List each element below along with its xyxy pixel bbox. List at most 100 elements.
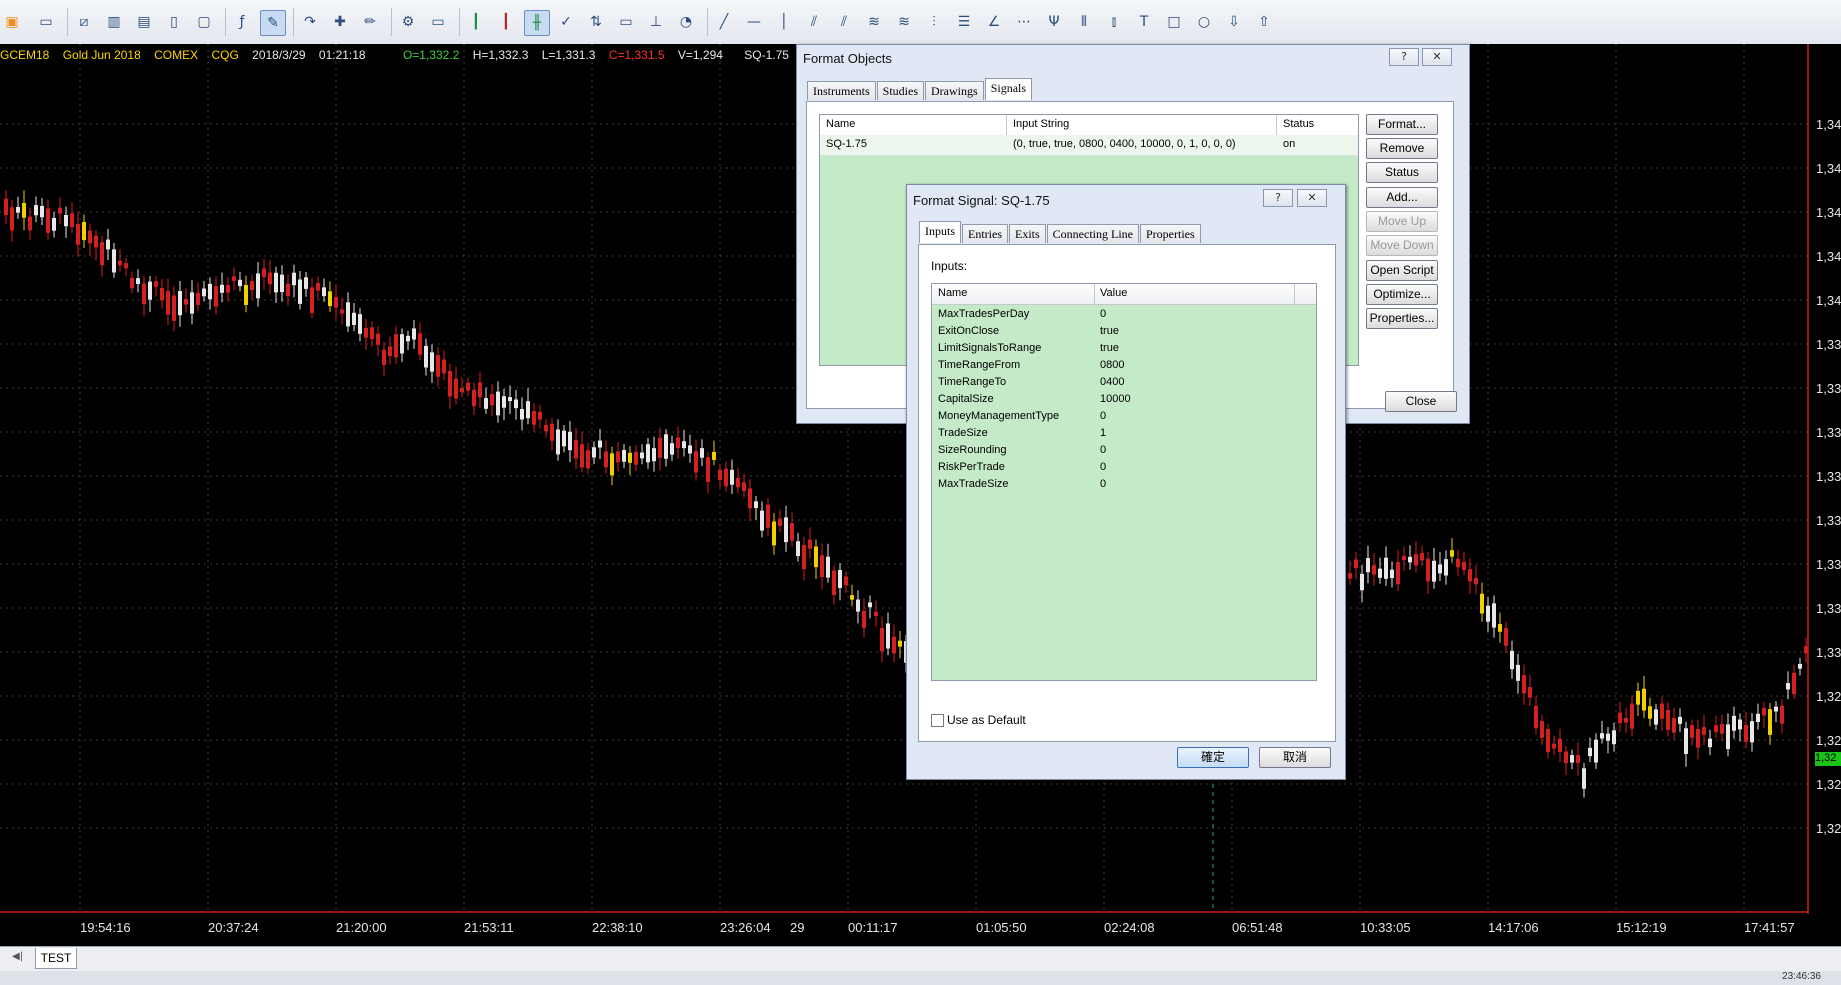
- vline-icon[interactable]: │: [772, 10, 796, 34]
- use-as-default-label[interactable]: Use as Default: [947, 713, 1026, 727]
- channel-icon[interactable]: ⫽: [832, 10, 856, 34]
- tab-inputs[interactable]: Inputs: [919, 221, 961, 243]
- table-icon[interactable]: ▤: [132, 10, 156, 34]
- remove-button[interactable]: Remove: [1366, 138, 1438, 159]
- time-lines-icon[interactable]: ⦀: [1072, 10, 1096, 34]
- pitchfork-icon[interactable]: Ψ: [1042, 10, 1066, 34]
- format-button[interactable]: Format...: [1366, 114, 1438, 135]
- param-row[interactable]: MaxTradeSize 0: [932, 478, 1316, 495]
- param-row[interactable]: CapitalSize 10000: [932, 393, 1316, 410]
- use-as-default-checkbox[interactable]: [931, 714, 944, 727]
- param-row[interactable]: TimeRangeFrom 0800: [932, 359, 1316, 376]
- param-value[interactable]: true: [1100, 325, 1119, 337]
- open-script-button[interactable]: Open Script: [1366, 260, 1438, 281]
- column-name[interactable]: Name: [938, 287, 967, 299]
- param-row[interactable]: MaxTradesPerDay 0: [932, 308, 1316, 325]
- param-value[interactable]: 0: [1100, 308, 1106, 320]
- display-icon[interactable]: ▭: [426, 10, 450, 34]
- table-row[interactable]: SQ-1.75 (0, true, true, 0800, 0400, 1000…: [820, 135, 1358, 156]
- scroll-left-icon[interactable]: ◀|: [12, 951, 23, 962]
- fib-fan-icon[interactable]: ≋: [892, 10, 916, 34]
- param-value[interactable]: 1: [1100, 427, 1106, 439]
- hlc-chart-icon[interactable]: ╫: [524, 10, 550, 36]
- draw-cursor-icon[interactable]: ✎: [260, 10, 286, 36]
- candle-chart-icon[interactable]: ┃: [464, 10, 488, 34]
- bar-chart-icon[interactable]: ▥: [102, 10, 126, 34]
- status-button[interactable]: Status: [1366, 162, 1438, 183]
- column-name[interactable]: Name: [826, 118, 855, 130]
- gann-icon[interactable]: ⫶: [922, 10, 946, 34]
- redo-icon[interactable]: ↷: [298, 10, 322, 34]
- param-value[interactable]: 0: [1100, 478, 1106, 490]
- tab-connecting-line[interactable]: Connecting Line: [1046, 224, 1139, 243]
- column-status[interactable]: Status: [1283, 118, 1314, 130]
- draw-mode-icon[interactable]: ✏: [358, 10, 382, 34]
- param-row[interactable]: RiskPerTrade 0: [932, 461, 1316, 478]
- document-icon[interactable]: ▯: [162, 10, 186, 34]
- tab-instruments[interactable]: Instruments: [807, 81, 876, 100]
- arrow-down-icon[interactable]: ⇩: [1222, 10, 1246, 34]
- param-row[interactable]: SizeRounding 0: [932, 444, 1316, 461]
- tab-exits[interactable]: Exits: [1009, 224, 1046, 243]
- candle-body: [1360, 573, 1364, 591]
- param-row[interactable]: TradeSize 1: [932, 427, 1316, 444]
- tab-entries[interactable]: Entries: [962, 224, 1008, 243]
- checkmark-icon[interactable]: ✓: [554, 10, 578, 34]
- param-value[interactable]: 0: [1100, 461, 1106, 473]
- cancel-button[interactable]: 取消: [1259, 747, 1331, 768]
- ok-button[interactable]: 確定: [1177, 747, 1249, 768]
- param-value[interactable]: 0: [1100, 410, 1106, 422]
- line-icon[interactable]: ╱: [712, 10, 736, 34]
- bar-chart-red-icon[interactable]: ┃: [494, 10, 518, 34]
- speed-lines-icon[interactable]: ⫾: [1102, 10, 1126, 34]
- function-icon[interactable]: ƒ: [230, 10, 254, 34]
- move-down-button[interactable]: Move Down: [1366, 235, 1438, 256]
- text-icon[interactable]: T: [1132, 10, 1156, 34]
- tab-drawings[interactable]: Drawings: [925, 81, 984, 100]
- param-row[interactable]: LimitSignalsToRange true: [932, 342, 1316, 359]
- column-input-string[interactable]: Input String: [1013, 118, 1069, 130]
- param-value[interactable]: 0400: [1100, 376, 1124, 388]
- fibonacci-icon[interactable]: ≋: [862, 10, 886, 34]
- tab-signals[interactable]: Signals: [984, 78, 1033, 100]
- inputs-grid[interactable]: Name Value MaxTradesPerDay 0 ExitOnClose tr…: [931, 283, 1317, 681]
- param-value[interactable]: 0800: [1100, 359, 1124, 371]
- save-icon[interactable]: ▭: [34, 10, 58, 34]
- add-button[interactable]: Add...: [1366, 187, 1438, 208]
- tab-properties[interactable]: Properties: [1140, 224, 1201, 243]
- close-x-button[interactable]: ✕: [1297, 189, 1327, 207]
- add-study-icon[interactable]: ✚: [328, 10, 352, 34]
- close-x-button[interactable]: ✕: [1422, 48, 1452, 66]
- close-button[interactable]: Close: [1385, 391, 1457, 412]
- properties-button[interactable]: Properties...: [1366, 308, 1438, 329]
- comment-icon[interactable]: ▭: [614, 10, 638, 34]
- line-study-icon[interactable]: ▢: [192, 10, 216, 34]
- angle-icon[interactable]: ∠: [982, 10, 1006, 34]
- param-value[interactable]: 10000: [1100, 393, 1131, 405]
- settings-icon[interactable]: ⚙: [396, 10, 420, 34]
- new-chart-icon[interactable]: ▣: [0, 10, 24, 34]
- up-down-arrows-icon[interactable]: ⇅: [584, 10, 608, 34]
- rectangle-icon[interactable]: □: [1162, 10, 1186, 34]
- retracement-icon[interactable]: ☰: [952, 10, 976, 34]
- help-button[interactable]: ?: [1263, 189, 1293, 207]
- print-preview-icon[interactable]: ⧄: [72, 10, 96, 34]
- arrow-up-icon[interactable]: ⇧: [1252, 10, 1276, 34]
- gauge-icon[interactable]: ◔: [674, 10, 698, 34]
- param-value[interactable]: true: [1100, 342, 1119, 354]
- horizontal-line-icon[interactable]: ⊥: [644, 10, 668, 34]
- help-button[interactable]: ?: [1389, 48, 1419, 66]
- optimize-button[interactable]: Optimize...: [1366, 284, 1438, 305]
- column-value[interactable]: Value: [1100, 287, 1127, 299]
- param-row[interactable]: MoneyManagementType 0: [932, 410, 1316, 427]
- sheet-tab-test[interactable]: TEST: [35, 948, 77, 969]
- ellipse-icon[interactable]: ○: [1192, 10, 1216, 34]
- tab-studies[interactable]: Studies: [876, 81, 925, 100]
- move-up-button[interactable]: Move Up: [1366, 211, 1438, 232]
- param-row[interactable]: TimeRangeTo 0400: [932, 376, 1316, 393]
- parallel-icon[interactable]: ⫽: [802, 10, 826, 34]
- param-value[interactable]: 0: [1100, 444, 1106, 456]
- param-row[interactable]: ExitOnClose true: [932, 325, 1316, 342]
- hline-icon[interactable]: —: [742, 10, 766, 34]
- elliott-icon[interactable]: ⋯: [1012, 10, 1036, 34]
